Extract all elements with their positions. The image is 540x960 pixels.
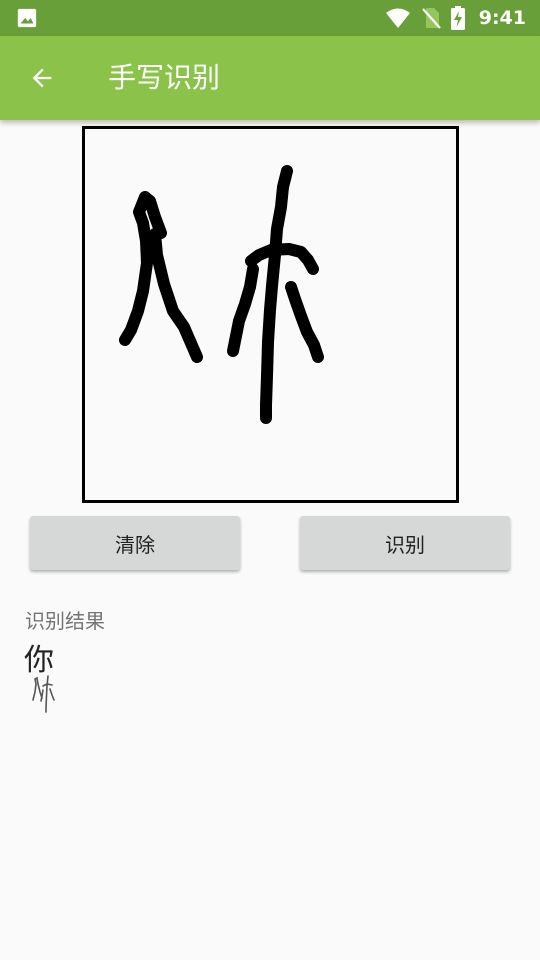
- handwriting-strokes: [119, 165, 324, 424]
- arrow-back-icon: [32, 68, 52, 88]
- status-bar: 9:41: [0, 0, 540, 36]
- back-button[interactable]: [22, 58, 62, 98]
- wifi-icon: [385, 8, 410, 28]
- status-time: 9:41: [478, 7, 526, 29]
- result-text: 你: [24, 643, 54, 678]
- battery-charging-icon: [450, 6, 465, 30]
- handwriting-thumbnail: [32, 675, 55, 713]
- drawing-canvas[interactable]: [82, 126, 459, 503]
- page-title: 手写识别: [108, 61, 221, 94]
- recognize-button-label: 识别: [385, 532, 425, 557]
- recognize-button[interactable]: 识别: [300, 516, 510, 570]
- image-icon: [17, 8, 37, 28]
- result-label: 识别结果: [25, 609, 105, 633]
- no-sim-icon: [421, 8, 441, 29]
- app-bar: 手写识别: [0, 36, 540, 120]
- clear-button-label: 清除: [115, 532, 155, 557]
- clear-button[interactable]: 清除: [30, 516, 240, 570]
